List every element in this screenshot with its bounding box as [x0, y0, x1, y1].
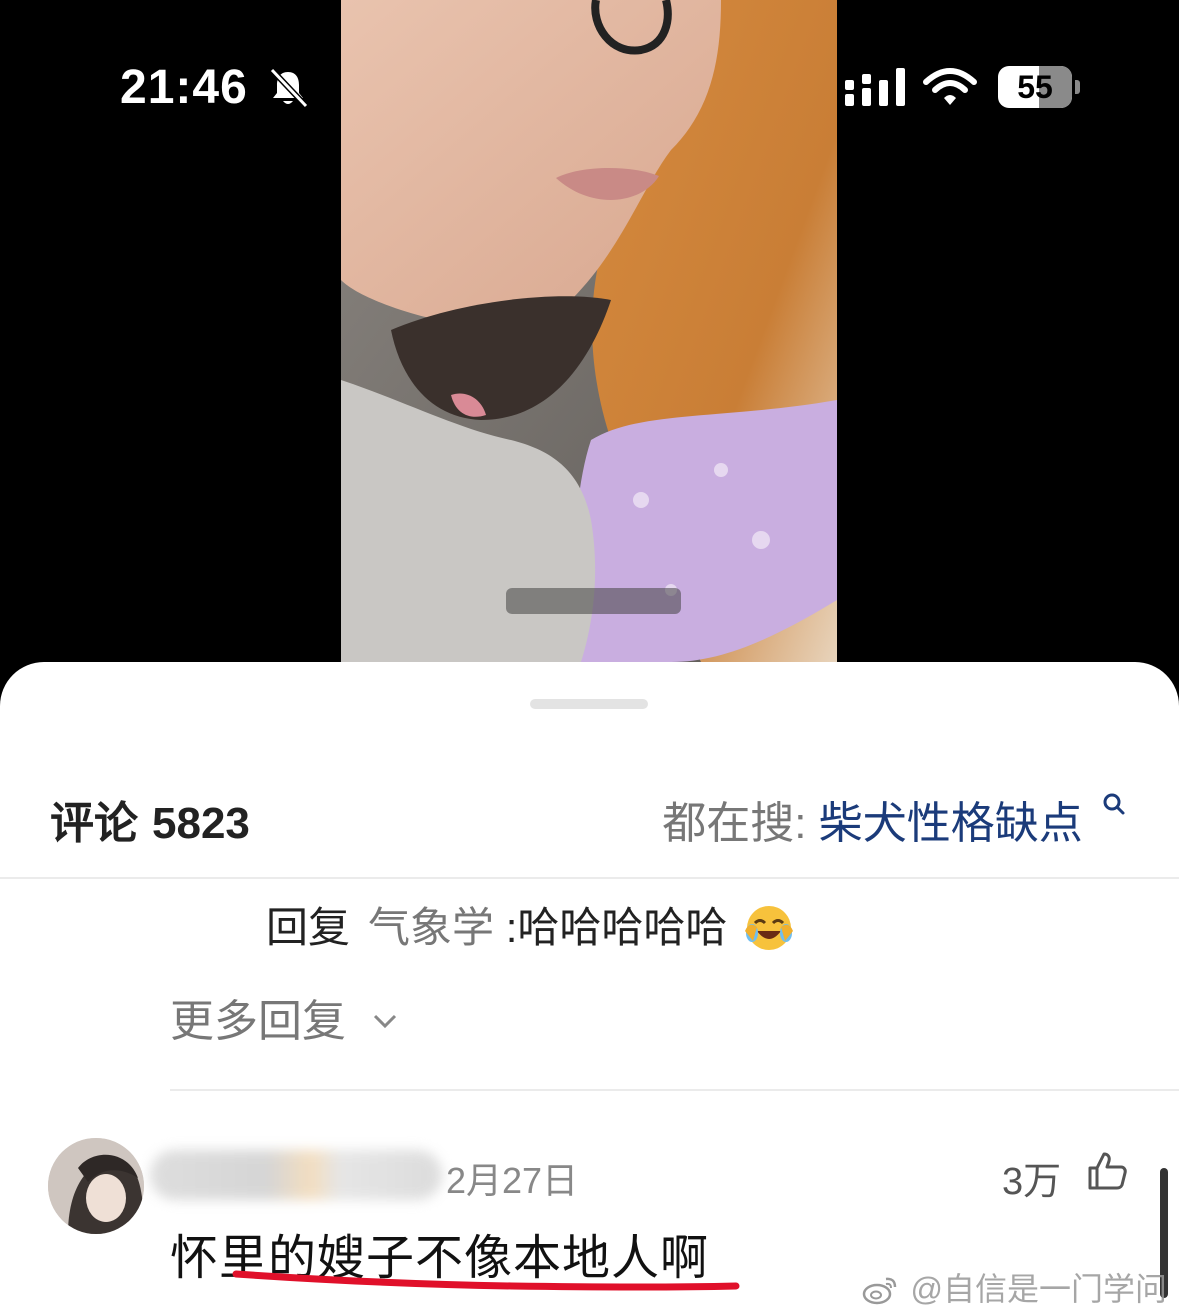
laughing-crying-emoji-icon — [745, 905, 794, 950]
cellular-signal-icon — [845, 68, 905, 106]
reply-username[interactable]: 气象学 — [368, 904, 494, 951]
video-frame-image — [341, 0, 837, 662]
comments-sheet: 评论 5823 都在搜: 柴犬性格缺点 回复 气象学 :哈哈哈哈哈 更多回复 2… — [0, 662, 1179, 1313]
avatar-image — [48, 1138, 144, 1234]
header-divider — [0, 877, 1179, 879]
like-count: 3万 — [1002, 1161, 1062, 1203]
comments-header: 评论 5823 — [50, 787, 264, 851]
reply-label: 回复 — [266, 904, 351, 951]
silent-bell-icon — [269, 67, 309, 109]
comment-divider — [170, 1089, 1179, 1091]
wifi-icon — [923, 68, 977, 105]
avatar[interactable] — [48, 1138, 144, 1234]
trending-search[interactable]: 都在搜: 柴犬性格缺点 — [662, 787, 1127, 851]
reply-preview[interactable]: 回复 气象学 :哈哈哈哈哈 — [266, 894, 795, 955]
more-replies-label: 更多回复 — [170, 997, 346, 1046]
sheet-drag-handle[interactable] — [530, 699, 648, 709]
search-topic-link[interactable]: 柴犬性格缺点 — [819, 799, 1083, 848]
more-replies-button[interactable]: 更多回复 — [170, 985, 398, 1049]
red-underline-annotation — [232, 1270, 740, 1291]
search-prefix: 都在搜: — [662, 799, 807, 848]
reply-text: :哈哈哈哈哈 — [505, 904, 728, 951]
comments-label: 评论 — [50, 799, 138, 848]
search-icon — [1103, 793, 1125, 815]
video-player[interactable] — [341, 0, 837, 662]
battery-level: 55 — [1017, 69, 1053, 105]
weibo-watermark: @自信是一门学问 — [862, 1264, 1167, 1310]
chevron-down-icon — [374, 1015, 397, 1029]
thumbs-up-icon[interactable] — [1086, 1150, 1128, 1192]
status-time: 21:46 — [120, 61, 248, 114]
blurred-username — [150, 1150, 442, 1200]
comment-date: 2月27日 — [446, 1160, 579, 1201]
weibo-logo-icon — [862, 1277, 896, 1304]
comments-count: 5823 — [152, 799, 250, 848]
battery-indicator: 55 — [998, 66, 1082, 108]
watermark-text: @自信是一门学问 — [910, 1271, 1168, 1307]
